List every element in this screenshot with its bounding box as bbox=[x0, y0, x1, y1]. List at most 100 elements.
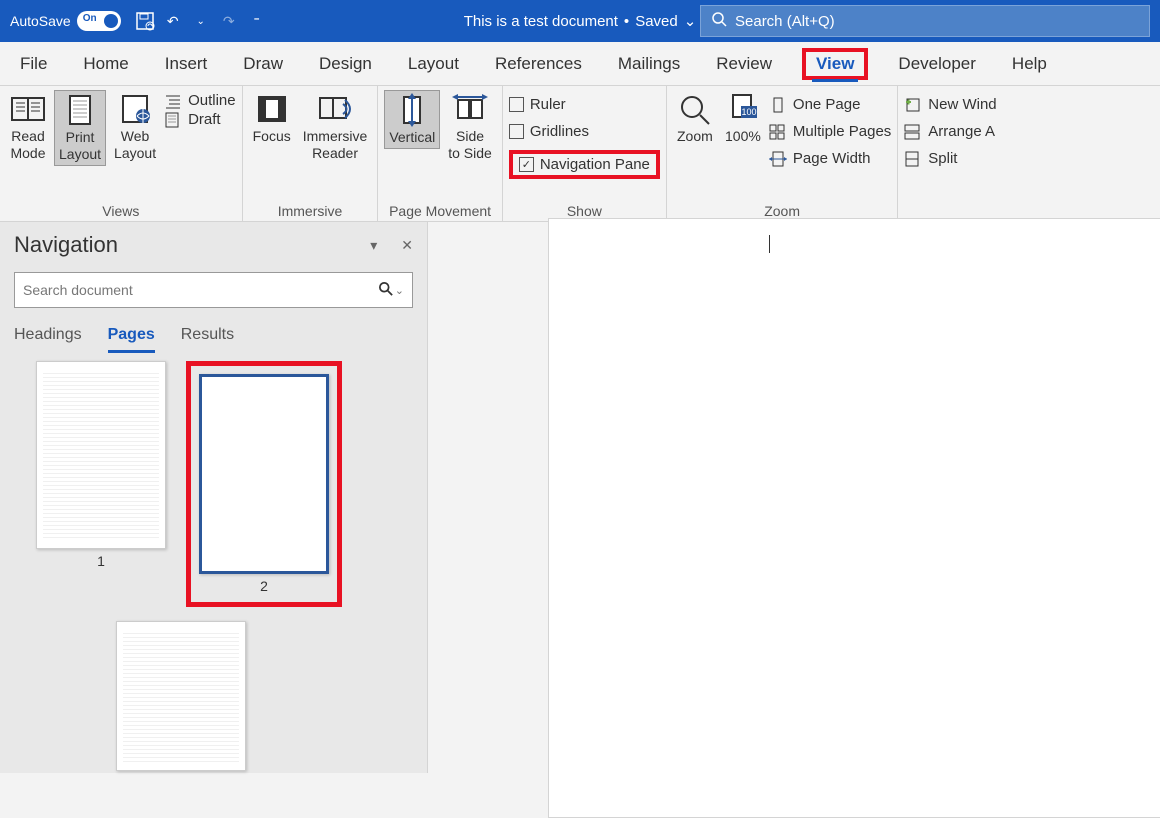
page-width-button[interactable]: Page Width bbox=[769, 150, 891, 167]
vertical-icon bbox=[394, 93, 430, 127]
read-mode-button[interactable]: Read Mode bbox=[6, 90, 50, 164]
side-to-side-button[interactable]: Side to Side bbox=[444, 90, 496, 164]
document-title[interactable]: This is a test document • Saved ⌄ bbox=[464, 12, 697, 30]
close-icon[interactable]: ✕ bbox=[401, 237, 413, 254]
zoom-button[interactable]: Zoom bbox=[673, 90, 717, 147]
zoom-icon bbox=[677, 92, 713, 126]
checkbox-unchecked-icon bbox=[509, 97, 524, 112]
highlight-navigation-pane: ✓ Navigation Pane bbox=[509, 150, 660, 179]
autosave-toggle[interactable]: AutoSave On bbox=[10, 11, 121, 31]
nav-tab-headings[interactable]: Headings bbox=[14, 326, 82, 353]
ruler-checkbox[interactable]: Ruler bbox=[509, 96, 660, 113]
search-icon bbox=[711, 11, 727, 31]
navigation-title: Navigation bbox=[14, 232, 118, 258]
tab-home[interactable]: Home bbox=[77, 52, 134, 76]
nav-tab-results[interactable]: Results bbox=[181, 326, 234, 353]
navigation-options-icon[interactable]: ▾ bbox=[370, 237, 377, 254]
undo-icon[interactable]: ↶ bbox=[163, 11, 183, 31]
multiple-pages-button[interactable]: Multiple Pages bbox=[769, 123, 891, 140]
tab-insert[interactable]: Insert bbox=[159, 52, 214, 76]
ribbon-tabs: File Home Insert Draw Design Layout Refe… bbox=[0, 42, 1160, 86]
ribbon-group-page-movement: Vertical Side to Side Page Movement bbox=[378, 86, 503, 221]
outline-button[interactable]: Outline bbox=[164, 92, 236, 109]
vertical-button[interactable]: Vertical bbox=[384, 90, 440, 149]
workspace: Navigation ▾ ✕ Search document ⌄ Heading… bbox=[0, 222, 1160, 773]
document-page[interactable] bbox=[548, 218, 1160, 818]
tab-file[interactable]: File bbox=[14, 52, 53, 76]
save-icon[interactable] bbox=[135, 11, 155, 31]
tab-mailings[interactable]: Mailings bbox=[612, 52, 686, 76]
search-dropdown-icon[interactable]: ⌄ bbox=[395, 284, 404, 297]
tab-review[interactable]: Review bbox=[710, 52, 778, 76]
split-icon bbox=[904, 151, 922, 167]
text-cursor bbox=[769, 235, 770, 253]
tab-design[interactable]: Design bbox=[313, 52, 378, 76]
immersive-reader-button[interactable]: Immersive Reader bbox=[299, 90, 372, 164]
quick-access-toolbar: ↶ ⌄ ↷ ⁼ bbox=[135, 11, 267, 31]
one-page-button[interactable]: One Page bbox=[769, 96, 891, 113]
redo-icon[interactable]: ↷ bbox=[219, 11, 239, 31]
tab-developer[interactable]: Developer bbox=[892, 52, 982, 76]
chevron-down-icon: ⌄ bbox=[684, 12, 697, 30]
draft-icon bbox=[164, 112, 182, 128]
ribbon: Read Mode Print Layout Web Layout Outlin… bbox=[0, 86, 1160, 222]
group-label-page-movement: Page Movement bbox=[384, 203, 496, 221]
ribbon-group-show: Ruler Gridlines ✓ Navigation Pane Show bbox=[503, 86, 667, 221]
arrange-all-icon bbox=[904, 124, 922, 140]
qat-dropdown-icon[interactable]: ⁼ bbox=[247, 11, 267, 31]
zoom-100-icon: 100 bbox=[725, 92, 761, 126]
tab-references[interactable]: References bbox=[489, 52, 588, 76]
ribbon-group-views: Read Mode Print Layout Web Layout Outlin… bbox=[0, 86, 243, 221]
search-input[interactable]: Search (Alt+Q) bbox=[700, 5, 1150, 37]
title-bar: AutoSave On ↶ ⌄ ↷ ⁼ This is a test docum… bbox=[0, 0, 1160, 42]
page-thumbnail-3[interactable] bbox=[116, 621, 246, 771]
side-to-side-icon bbox=[452, 92, 488, 126]
navigation-pane: Navigation ▾ ✕ Search document ⌄ Heading… bbox=[0, 222, 428, 773]
multiple-pages-icon bbox=[769, 124, 787, 140]
document-area[interactable] bbox=[428, 222, 1160, 773]
arrange-all-button[interactable]: Arrange A bbox=[904, 123, 996, 140]
gridlines-checkbox[interactable]: Gridlines bbox=[509, 123, 660, 140]
one-page-icon bbox=[769, 97, 787, 113]
highlight-page-2: 2 bbox=[186, 361, 342, 607]
tab-view[interactable]: View bbox=[810, 52, 860, 76]
print-layout-icon bbox=[62, 93, 98, 127]
search-document-placeholder: Search document bbox=[23, 282, 133, 298]
new-window-button[interactable]: New Wind bbox=[904, 96, 996, 113]
search-document-input[interactable]: Search document ⌄ bbox=[14, 272, 413, 308]
tab-layout[interactable]: Layout bbox=[402, 52, 465, 76]
read-mode-icon bbox=[10, 92, 46, 126]
tab-draw[interactable]: Draw bbox=[237, 52, 289, 76]
page-thumbnail-2[interactable] bbox=[199, 374, 329, 574]
checkbox-unchecked-icon bbox=[509, 124, 524, 139]
toggle-on-icon: On bbox=[77, 11, 121, 31]
search-icon bbox=[379, 282, 393, 299]
undo-dropdown-icon[interactable]: ⌄ bbox=[191, 11, 211, 31]
highlight-view-tab: View bbox=[802, 48, 868, 80]
group-label-immersive: Immersive bbox=[249, 203, 372, 221]
print-layout-button[interactable]: Print Layout bbox=[54, 90, 106, 166]
search-placeholder: Search (Alt+Q) bbox=[735, 13, 835, 30]
page-width-icon bbox=[769, 151, 787, 167]
split-button[interactable]: Split bbox=[904, 150, 996, 167]
tab-help[interactable]: Help bbox=[1006, 52, 1053, 76]
page-thumbnail-1[interactable] bbox=[36, 361, 166, 549]
ribbon-group-immersive: Focus Immersive Reader Immersive bbox=[243, 86, 379, 221]
navigation-pane-checkbox[interactable]: ✓ Navigation Pane bbox=[519, 156, 650, 173]
ribbon-group-zoom: Zoom 100 100% One Page Multiple Pages Pa… bbox=[667, 86, 898, 221]
group-label-views: Views bbox=[6, 203, 236, 221]
svg-text:100: 100 bbox=[741, 107, 756, 117]
focus-button[interactable]: Focus bbox=[249, 90, 295, 147]
checkbox-checked-icon: ✓ bbox=[519, 157, 534, 172]
immersive-reader-icon bbox=[317, 92, 353, 126]
web-layout-icon bbox=[117, 92, 153, 126]
page-number-2: 2 bbox=[260, 578, 268, 594]
page-number-1: 1 bbox=[97, 553, 105, 569]
nav-tab-pages[interactable]: Pages bbox=[108, 326, 155, 353]
web-layout-button[interactable]: Web Layout bbox=[110, 90, 160, 164]
new-window-icon bbox=[904, 97, 922, 113]
zoom-100-button[interactable]: 100 100% bbox=[721, 90, 765, 147]
focus-icon bbox=[254, 92, 290, 126]
outline-icon bbox=[164, 93, 182, 109]
draft-button[interactable]: Draft bbox=[164, 111, 236, 128]
